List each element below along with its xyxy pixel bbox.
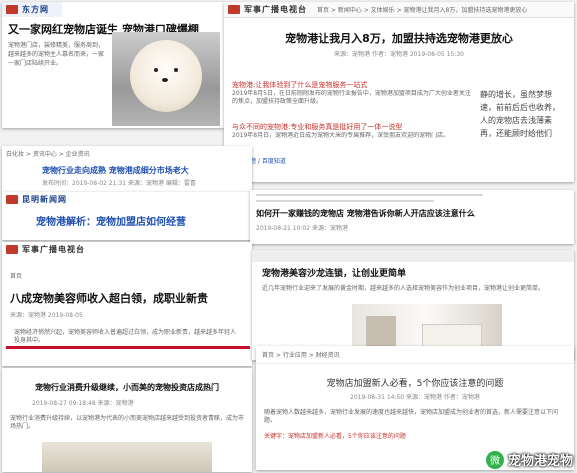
article-card-1[interactable]: 东方网 又一家网红宠物店诞生 宠物港口碑爆棚 宠物港门店，装修精美，服务周到，越… <box>2 2 224 128</box>
logo-icon <box>6 245 18 254</box>
headline[interactable]: 宠物港让我月入8万，加盟扶持选宠物港更放心 <box>224 18 574 49</box>
article-card-3[interactable]: 白化妆 > 资讯中心 > 企业资讯 宠物行业走向成熟 宠物港成细分市场老大 发布… <box>2 146 252 192</box>
meta: 来源：宠物港 2019-08-05 <box>10 312 83 319</box>
logo-icon <box>6 195 18 204</box>
meta: 来源：宠物港 作者：宠物港 2019-08-05 15:30 <box>334 51 464 58</box>
logo-icon <box>6 5 18 14</box>
keywords[interactable]: 关键字：宠物店加盟新人必看，5个你应该注意的问题 <box>256 431 574 440</box>
watermark: 微 宠物港宠物 <box>485 450 573 469</box>
collage: 东方网 又一家网红宠物店诞生 宠物港口碑爆棚 宠物港门店，装修精美，服务周到，越… <box>0 0 577 473</box>
logo-icon <box>228 5 240 14</box>
body-text-1: 2019年8月5日，在日前刚刚发布的宠物行业报告中，宠物港加盟项目成为广大创业者… <box>232 90 471 105</box>
wechat-icon: 微 <box>485 450 504 469</box>
headline[interactable]: 宠物店加盟新人必看，5个你应该注意的问题 <box>256 364 574 392</box>
body-text: 宠物港门店，装修精美，服务周到，越来越多的宠物主人慕名而来，一家一家门店陆续开业… <box>8 42 105 67</box>
site-logo: 东方网 <box>2 2 62 17</box>
headline[interactable]: 如何开一家赚钱的宠物店 宠物港告诉你新人开店应该注意什么 <box>250 206 574 221</box>
article-card-5[interactable]: 如何开一家赚钱的宠物店 宠物港告诉你新人开店应该注意什么 2019-08-21 … <box>250 190 574 244</box>
body-text: 近几年宠物行业迎来了发展的黄金时期，越来越多的人选择宠物美容作为创业项目，宠物港… <box>262 285 545 292</box>
related-link-1[interactable]: 宠物港:让我体验到了什么是宠物服务一站式 <box>232 80 472 90</box>
breadcrumb[interactable]: 白化妆 > 资讯中心 > 企业资讯 <box>2 146 252 161</box>
meta: 2019-08-21 10:02 来源：宠物港 <box>256 225 348 232</box>
article-photo <box>42 442 212 472</box>
body-text-2: 2019年8月日，宠物港近日成为宠物大米的专属推荐，深受朋友欢迎的宠物门店。 <box>232 132 450 139</box>
meta: 2019-08-31 14:50 来源：宠物港 作者：宠物港 <box>350 394 480 401</box>
body-text: 随着宠物人数越来越多，宠物行业发展的速度也越来越快，宠物店加盟成为创业者的首选，… <box>264 409 559 424</box>
tag-link[interactable]: 热点话题 / 百度知道 <box>232 156 472 165</box>
related-link-2[interactable]: 与众不同的宠物港:专业和服务真是挺好用了一体一说型 <box>232 122 472 132</box>
watermark-text: 宠物港宠物 <box>507 454 573 469</box>
meta: 2019-08-27 09:18:48 来源：宠物港 <box>32 400 134 407</box>
meta: 发布时间：2019-08-02 21:31 来源：宠物港 编辑：雷喜 <box>42 180 196 187</box>
body-text: 宠物经济悄然兴起，宠物美容师收入普遍超过白领，成为职业新贵，越来越多年轻人投身其… <box>14 329 237 344</box>
headline[interactable]: 宠物行业走向成熟 宠物港成细分市场老大 <box>2 161 252 178</box>
aside-text: 静的增长，虽然梦想速，前前后后也收养，人的宠物店去浅薄素再，还能顾时给他们 <box>480 90 560 138</box>
article-card-4[interactable]: 昆明新闻网 宠物港解析：宠物加盟店如何经营 <box>2 192 252 240</box>
article-card-6[interactable]: 军事广播电视台 首页 八成宠物美容师收入超白领，成职业新贵 来源：宠物港 201… <box>2 242 252 366</box>
headline[interactable]: 宠物港美容沙龙连锁，让创业更简单 <box>252 262 574 283</box>
headline[interactable]: 八成宠物美容师收入超白领，成职业新贵 <box>2 284 252 308</box>
breadcrumb[interactable]: 首页 <box>2 257 252 284</box>
dog-photo <box>112 32 220 126</box>
headline[interactable]: 宠物行业消费升级继续，小而美的宠物投资店成热门 <box>2 368 252 396</box>
breadcrumb[interactable]: 首页 > 新闻中心 > 文体娱乐 > 宠物港让我月入8万，加盟扶持选宠物港更放心 <box>317 5 527 14</box>
body-text: 宠物行业消费升级持续，以宠物港为代表的小而美宠物店越来越受到投资者青睐，成为市场… <box>10 415 245 430</box>
breadcrumb[interactable]: 首页 > 行业应用 > 财经资讯 <box>256 346 574 364</box>
article-card-2[interactable]: 军事广播电视台 首页 > 新闻中心 > 文体娱乐 > 宠物港让我月入8万，加盟扶… <box>224 2 574 182</box>
article-card-7[interactable]: 宠物港美容沙龙连锁，让创业更简单 近几年宠物行业迎来了发展的黄金时期，越来越多的… <box>252 250 574 360</box>
headline[interactable]: 宠物港解析：宠物加盟店如何经营 <box>2 207 252 234</box>
article-card-8[interactable]: 宠物行业消费升级继续，小而美的宠物投资店成热门 2019-08-27 09:18… <box>2 368 252 472</box>
